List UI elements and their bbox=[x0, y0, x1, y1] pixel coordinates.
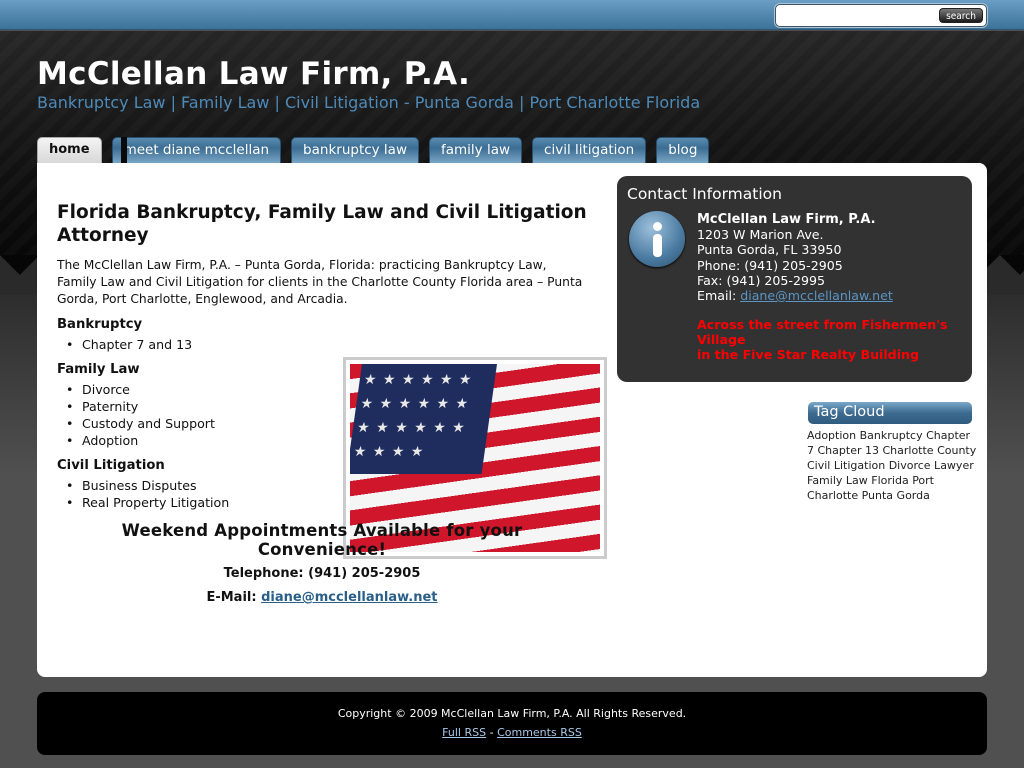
contact-email-line: Email: diane@mcclellanlaw.net bbox=[697, 288, 972, 303]
tag-link[interactable]: Civil Litigation bbox=[807, 459, 885, 472]
tab-blog[interactable]: blog bbox=[656, 137, 710, 163]
contact-information-box: Contact Information McClellan Law Firm, … bbox=[617, 176, 972, 382]
comments-rss-link[interactable]: Comments RSS bbox=[497, 726, 582, 739]
tag-link[interactable]: Divorce Lawyer bbox=[889, 459, 974, 472]
section-heading-bankruptcy: Bankruptcy bbox=[57, 317, 143, 332]
top-bar: search bbox=[0, 0, 1024, 30]
search-input[interactable] bbox=[780, 7, 935, 24]
contact-phone: Phone: (941) 205-2905 bbox=[697, 257, 843, 273]
main-nav: home meet diane mcclellan bankruptcy law… bbox=[37, 137, 719, 163]
contact-email-label: Email: bbox=[697, 288, 737, 304]
contact-address-line2: Punta Gorda, FL 33950 bbox=[697, 242, 842, 258]
tag-link[interactable]: Charlotte County bbox=[882, 444, 976, 457]
telephone: Telephone: (941) 205-2905 bbox=[223, 566, 421, 581]
tag-link[interactable]: Florida bbox=[871, 474, 908, 487]
email-label: E-Mail: bbox=[206, 590, 257, 605]
location-note: Across the street from Fishermen's Villa… bbox=[697, 317, 972, 362]
tag-link[interactable]: Punta Gorda bbox=[862, 489, 930, 502]
search-button[interactable]: search bbox=[939, 8, 983, 23]
location-note-line2: in the Five Star Realty Building bbox=[697, 347, 919, 363]
tab-meet-diane-mcclellan[interactable]: meet diane mcclellan bbox=[111, 137, 282, 163]
rss-links: Full RSS - Comments RSS bbox=[37, 726, 987, 739]
tab-family-law[interactable]: family law bbox=[429, 137, 523, 163]
contact-details: McClellan Law Firm, P.A. 1203 W Marion A… bbox=[697, 212, 972, 362]
copyright: Copyright © 2009 McClellan Law Firm, P.A… bbox=[337, 707, 687, 720]
tag-link[interactable]: Bankruptcy bbox=[860, 429, 923, 442]
contact-fax: Fax: (941) 205-2995 bbox=[697, 272, 826, 288]
full-rss-link[interactable]: Full RSS bbox=[442, 726, 486, 739]
page-heading: Florida Bankruptcy, Family Law and Civil… bbox=[57, 202, 587, 246]
tag-link[interactable]: Chapter 13 bbox=[818, 444, 879, 457]
weekend-appointments: Weekend Appointments Available for your … bbox=[121, 521, 523, 559]
contact-email-link[interactable]: diane@mcclellanlaw.net bbox=[740, 288, 893, 303]
content-area: Florida Bankruptcy, Family Law and Civil… bbox=[37, 163, 987, 677]
tab-divider bbox=[121, 137, 127, 163]
flag-canton bbox=[350, 364, 497, 474]
tag-link[interactable]: Family Law bbox=[807, 474, 868, 487]
tab-bankruptcy-law[interactable]: bankruptcy law bbox=[291, 137, 419, 163]
contact-address-line1: 1203 W Marion Ave. bbox=[697, 227, 824, 243]
email-link[interactable]: diane@mcclellanlaw.net bbox=[261, 590, 437, 605]
rss-separator: - bbox=[489, 726, 494, 739]
footer: Copyright © 2009 McClellan Law Firm, P.A… bbox=[37, 692, 987, 755]
contact-firm-name: McClellan Law Firm, P.A. bbox=[697, 212, 876, 227]
bankruptcy-list: Chapter 7 and 13 bbox=[57, 336, 587, 353]
tab-home[interactable]: home bbox=[37, 137, 102, 163]
site-tagline: Bankruptcy Law | Family Law | Civil Liti… bbox=[37, 93, 701, 112]
search-box: search bbox=[775, 4, 987, 27]
tag-cloud-heading: Tag Cloud bbox=[808, 402, 972, 424]
email-line: E-Mail: diane@mcclellanlaw.net bbox=[57, 590, 587, 605]
main-column: Florida Bankruptcy, Family Law and Civil… bbox=[57, 201, 607, 559]
contact-title: Contact Information bbox=[627, 185, 782, 203]
location-note-line1: Across the street from Fishermen's Villa… bbox=[697, 317, 948, 348]
info-icon-bar bbox=[653, 234, 662, 257]
info-icon bbox=[629, 211, 685, 267]
tag-link[interactable]: Adoption bbox=[807, 429, 856, 442]
tab-civil-litigation[interactable]: civil litigation bbox=[532, 137, 647, 163]
list-item: Chapter 7 and 13 bbox=[57, 336, 587, 353]
site-title[interactable]: McClellan Law Firm, P.A. bbox=[37, 56, 470, 92]
appointment-block: Weekend Appointments Available for your … bbox=[57, 521, 587, 605]
intro-paragraph: The McClellan Law Firm, P.A. – Punta Gor… bbox=[57, 258, 583, 306]
info-icon-dot bbox=[653, 222, 662, 231]
tag-cloud: Adoption Bankruptcy Chapter 7 Chapter 13… bbox=[807, 428, 977, 503]
